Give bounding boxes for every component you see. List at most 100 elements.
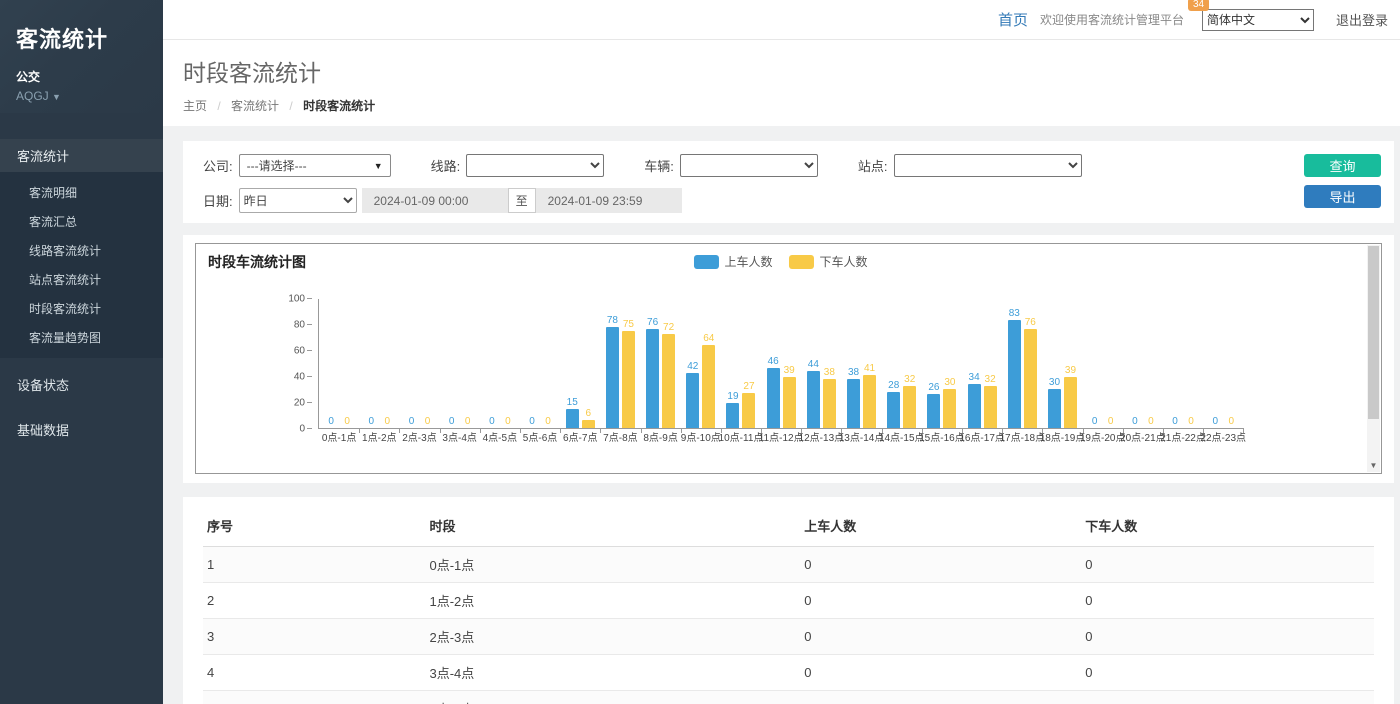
chart-bar-group: 0020点-21点 xyxy=(1123,299,1163,428)
scrollbar-thumb[interactable] xyxy=(1368,246,1379,419)
sidebar-subitem[interactable]: 客流汇总 xyxy=(0,207,163,236)
vehicle-select[interactable] xyxy=(680,154,818,177)
sidebar-item-base-data[interactable]: 基础数据 xyxy=(0,411,163,448)
date-label: 日期: xyxy=(203,191,233,210)
notification-badge[interactable]: 34 xyxy=(1188,0,1209,11)
y-tick-label: 20 xyxy=(294,398,305,409)
org-selector[interactable]: AQGJ ▼ xyxy=(16,89,147,103)
bar[interactable] xyxy=(566,409,579,429)
chart-bar-group: 004点-5点 xyxy=(480,299,520,428)
y-tick-label: 40 xyxy=(294,372,305,383)
bar[interactable] xyxy=(943,389,956,428)
bar[interactable] xyxy=(887,392,900,428)
bar[interactable] xyxy=(984,386,997,428)
bar[interactable] xyxy=(1024,329,1037,428)
bar[interactable] xyxy=(783,377,796,428)
bar-value-label: 46 xyxy=(768,356,779,367)
bar[interactable] xyxy=(927,394,940,428)
bar[interactable] xyxy=(823,379,836,428)
chart-bar-group: 42649点-10点 xyxy=(681,299,721,428)
chart-card: 时段车流统计图 上车人数 下车人数 020406080100 000点-1点00… xyxy=(183,235,1394,483)
page-title: 时段客流统计 xyxy=(183,54,1400,88)
bar-value-label: 26 xyxy=(928,382,939,393)
bar[interactable] xyxy=(582,420,595,428)
x-tick-label: 16点-17点 xyxy=(959,429,1005,444)
x-tick-label: 3点-4点 xyxy=(442,429,476,444)
sidebar-subitem[interactable]: 时段客流统计 xyxy=(0,294,163,323)
bar[interactable] xyxy=(863,375,876,428)
x-tick-label: 18点-19点 xyxy=(1040,429,1086,444)
breadcrumb-parent[interactable]: 客流统计 xyxy=(231,99,279,113)
table-row: 10点-1点00 xyxy=(203,547,1374,583)
bar[interactable] xyxy=(702,345,715,428)
bar[interactable] xyxy=(767,368,780,428)
bar[interactable] xyxy=(622,331,635,429)
bar[interactable] xyxy=(662,334,675,428)
chart-bar-group: 005点-6点 xyxy=(520,299,560,428)
bar[interactable] xyxy=(968,384,981,428)
bar[interactable] xyxy=(1064,377,1077,428)
line-select[interactable] xyxy=(466,154,604,177)
export-button[interactable]: 导出 xyxy=(1304,185,1381,208)
bar-value-label: 76 xyxy=(647,317,658,328)
bar[interactable] xyxy=(903,386,916,428)
bar-value-label: 0 xyxy=(328,416,334,427)
bar-value-label: 15 xyxy=(567,397,578,408)
bar[interactable] xyxy=(1008,320,1021,428)
x-tick-label: 14点-15点 xyxy=(879,429,925,444)
sidebar-subitem[interactable]: 站点客流统计 xyxy=(0,265,163,294)
sidebar-subitem[interactable]: 线路客流统计 xyxy=(0,236,163,265)
y-tick-label: 80 xyxy=(294,320,305,331)
chart-bar-group: 443812点-13点 xyxy=(801,299,841,428)
x-tick-label: 2点-3点 xyxy=(402,429,436,444)
chart-bar-group: 001点-2点 xyxy=(359,299,399,428)
bar-value-label: 0 xyxy=(1172,416,1178,427)
breadcrumb-home[interactable]: 主页 xyxy=(183,99,207,113)
chart-bar-group: 0022点-23点 xyxy=(1203,299,1243,428)
chart-scrollbar[interactable]: ▼ xyxy=(1367,245,1380,472)
bar-value-label: 38 xyxy=(824,367,835,378)
bar[interactable] xyxy=(1048,389,1061,428)
home-link[interactable]: 首页 xyxy=(998,9,1028,30)
bar[interactable] xyxy=(646,329,659,428)
table-header-row: 序号时段上车人数下车人数 xyxy=(203,505,1374,547)
sidebar-subitem[interactable]: 客流量趋势图 xyxy=(0,323,163,352)
bar[interactable] xyxy=(847,379,860,428)
x-tick-label: 0点-1点 xyxy=(322,429,356,444)
x-tick-label: 8点-9点 xyxy=(643,429,677,444)
bar[interactable] xyxy=(742,393,755,428)
bar-value-label: 0 xyxy=(465,416,471,427)
bar-value-label: 78 xyxy=(607,315,618,326)
query-button[interactable]: 查询 xyxy=(1304,154,1381,177)
sidebar-item-passenger-stats[interactable]: 客流统计 xyxy=(0,139,163,172)
date-preset-select[interactable]: 昨日 xyxy=(239,188,357,213)
company-select[interactable]: ---请选择--- ▼ xyxy=(239,154,391,177)
bar-value-label: 32 xyxy=(904,374,915,385)
date-to-input[interactable]: 2024-01-09 23:59 xyxy=(536,188,682,213)
chart-bar-group: 1566点-7点 xyxy=(560,299,600,428)
app-logo: 客流统计 xyxy=(16,22,147,54)
language-select[interactable]: 简体中文 xyxy=(1202,9,1314,31)
x-tick-label: 17点-18点 xyxy=(999,429,1045,444)
x-tick-label: 12点-13点 xyxy=(799,429,845,444)
logout-link[interactable]: 退出登录 xyxy=(1336,10,1388,29)
bar[interactable] xyxy=(686,373,699,428)
station-select[interactable] xyxy=(894,154,1082,177)
x-tick-label: 6点-7点 xyxy=(563,429,597,444)
bar-value-label: 0 xyxy=(545,416,551,427)
bar[interactable] xyxy=(807,371,820,428)
sidebar: 客流统计 公交 AQGJ ▼ 客流统计 客流明细客流汇总线路客流统计站点客流统计… xyxy=(0,0,163,704)
table-row: 54点-5点00 xyxy=(203,691,1374,704)
bar[interactable] xyxy=(726,403,739,428)
date-to-label: 至 xyxy=(508,188,536,213)
bar-value-label: 0 xyxy=(1148,416,1154,427)
sidebar-subitem[interactable]: 客流明细 xyxy=(0,178,163,207)
table-row: 21点-2点00 xyxy=(203,583,1374,619)
top-header: 首页 欢迎使用客流统计管理平台 34 简体中文 退出登录 xyxy=(163,0,1400,40)
date-from-input[interactable]: 2024-01-09 00:00 xyxy=(362,188,508,213)
scroll-down-icon[interactable]: ▼ xyxy=(1367,458,1380,472)
chart-bar-group: 78757点-8点 xyxy=(600,299,640,428)
bar-value-label: 0 xyxy=(449,416,455,427)
sidebar-item-device-status[interactable]: 设备状态 xyxy=(0,366,163,403)
bar[interactable] xyxy=(606,327,619,428)
